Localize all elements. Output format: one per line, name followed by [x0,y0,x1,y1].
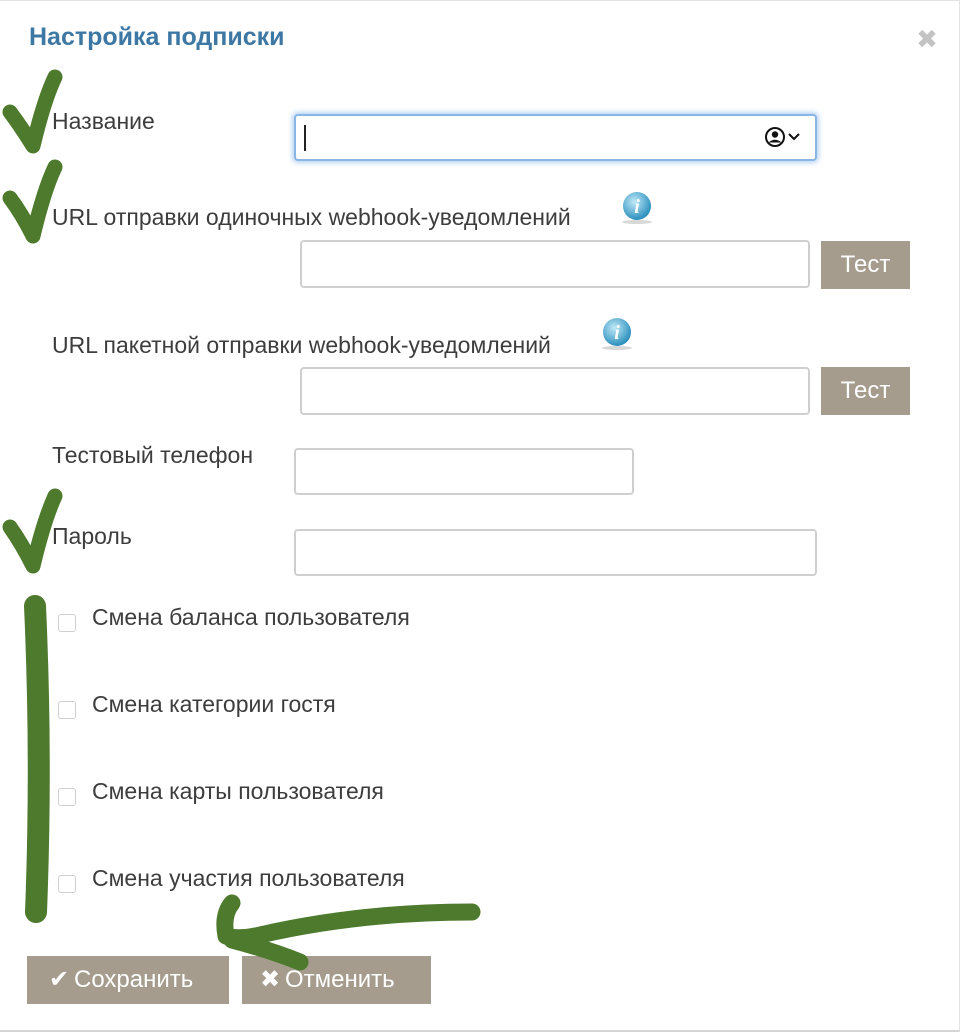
svg-text:i: i [634,196,640,218]
checkbox-label: Смена карты пользователя [92,778,384,804]
batch-url-input[interactable] [300,367,810,415]
name-label: Название [52,108,155,134]
close-icon[interactable]: ✖ [915,25,939,53]
test-phone-label: Тестовый телефон [52,442,254,468]
text-caret [304,125,306,151]
subscription-settings-dialog: Настройка подписки ✖ Название URL отправ… [0,0,960,1032]
info-icon[interactable]: i [620,191,654,225]
checkbox[interactable] [58,788,76,806]
password-manager-icon[interactable] [764,126,812,148]
dialog-title: Настройка подписки [29,23,285,51]
save-button[interactable]: ✔ Сохранить [27,956,229,1004]
checkbox[interactable] [58,875,76,893]
test-phone-input[interactable] [294,448,634,495]
password-input[interactable] [294,529,817,576]
cross-icon: ✖ [259,966,281,993]
cancel-button[interactable]: ✖ Отменить [242,956,431,1004]
save-button-label: Сохранить [74,966,194,993]
checkbox[interactable] [58,614,76,632]
info-icon[interactable]: i [600,317,634,351]
batch-url-label: URL пакетной отправки webhook-уведомлени… [52,332,551,358]
password-label: Пароль [52,523,132,549]
checkbox-label: Смена баланса пользователя [92,604,410,630]
single-url-test-button[interactable]: Тест [821,241,910,289]
name-input[interactable] [294,114,817,161]
checkbox[interactable] [58,701,76,719]
batch-url-test-button[interactable]: Тест [821,367,910,415]
checkbox-label: Смена категории гостя [92,691,336,717]
cancel-button-label: Отменить [285,966,395,993]
single-url-label: URL отправки одиночных webhook-уведомлен… [52,204,571,230]
single-url-input[interactable] [300,240,810,288]
check-icon: ✔ [48,966,70,993]
svg-text:i: i [614,322,620,344]
checkbox-label: Смена участия пользователя [92,865,405,891]
